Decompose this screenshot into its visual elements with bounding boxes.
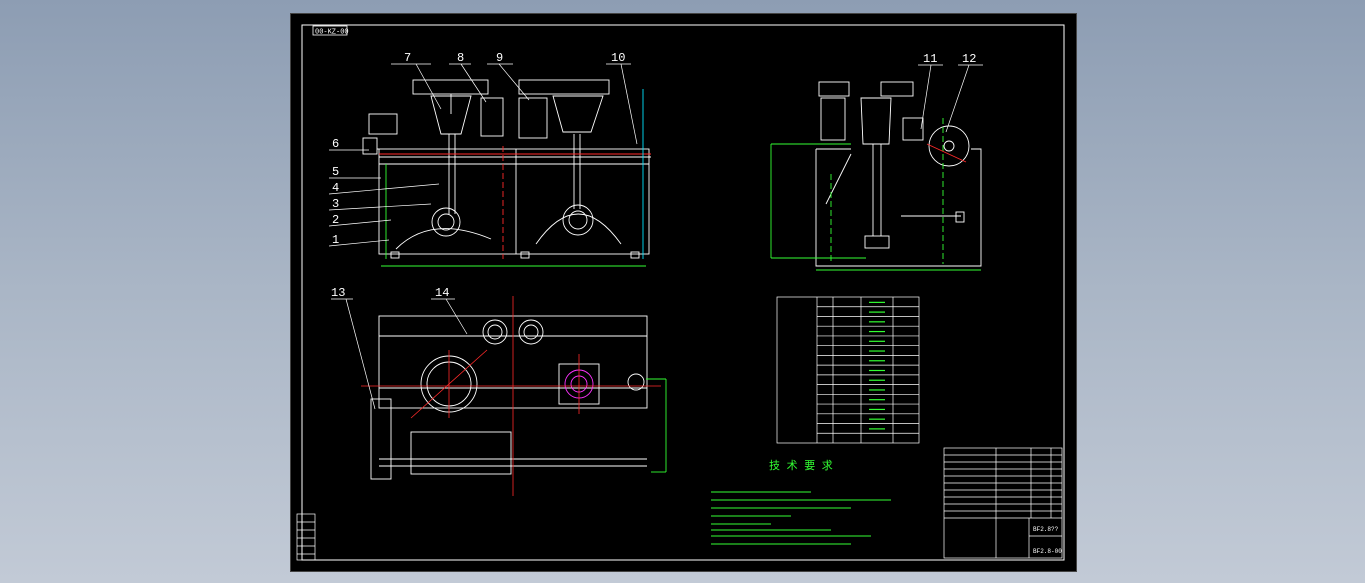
drawing-code: BF2.8-00 — [1033, 548, 1062, 555]
drawing-frame — [301, 24, 1065, 561]
title-block — [943, 447, 1063, 559]
corner-label: 00-KZ-00 — [312, 25, 349, 37]
top-view — [370, 315, 667, 480]
cad-drawing-sheet: 00-KZ-00 7 8 9 10 6 5 4 3 2 1 11 12 13 1… — [290, 13, 1077, 572]
side-view-labels — [918, 64, 983, 133]
part-label-2: 2 — [332, 213, 339, 227]
part-label-4: 4 — [332, 181, 339, 195]
part-label-9: 9 — [496, 51, 503, 65]
part-label-3: 3 — [332, 197, 339, 211]
drawing-number: BF2.8?? — [1033, 526, 1059, 533]
side-view — [770, 81, 982, 271]
part-label-11: 11 — [923, 52, 937, 66]
front-view-labels — [328, 63, 638, 247]
svg-text:00-KZ-00: 00-KZ-00 — [315, 29, 349, 37]
tech-requirements-text — [711, 491, 891, 545]
part-label-1: 1 — [332, 233, 339, 247]
cad-canvas: 00-KZ-00 7 8 9 10 6 5 4 3 2 1 11 12 13 1… — [296, 24, 1065, 561]
front-view — [362, 79, 651, 267]
parameter-table-values — [869, 301, 885, 430]
part-label-13: 13 — [331, 286, 345, 300]
part-label-10: 10 — [611, 51, 625, 65]
part-label-8: 8 — [457, 51, 464, 65]
part-label-5: 5 — [332, 165, 339, 179]
tech-requirements-title: 技 术 要 求 — [769, 459, 833, 473]
part-label-7: 7 — [404, 51, 411, 65]
part-label-14: 14 — [435, 286, 449, 300]
top-view-labels — [331, 298, 468, 410]
revision-strip — [296, 513, 316, 561]
part-label-12: 12 — [962, 52, 976, 66]
parameter-table — [776, 296, 920, 444]
part-label-6: 6 — [332, 137, 339, 151]
